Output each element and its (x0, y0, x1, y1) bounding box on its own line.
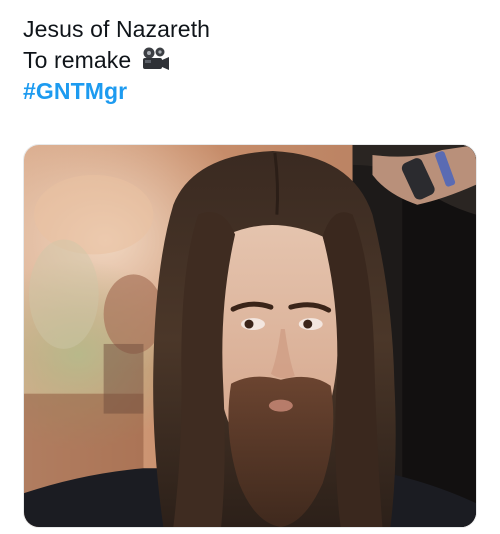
tweet: Jesus of Nazareth To remake #GNTMgr (0, 0, 500, 534)
tweet-line-1: Jesus of Nazareth (23, 16, 211, 42)
tweet-media-photo[interactable] (23, 144, 477, 528)
hashtag-link[interactable]: #GNTMgr (23, 76, 483, 107)
tweet-line-2-text: To remake (23, 47, 132, 73)
movie-camera-icon (140, 46, 170, 72)
tweet-line-2: To remake (23, 45, 483, 76)
tweet-text: Jesus of Nazareth To remake #GNTMgr (23, 14, 483, 107)
photo-man-long-hair (24, 145, 476, 527)
